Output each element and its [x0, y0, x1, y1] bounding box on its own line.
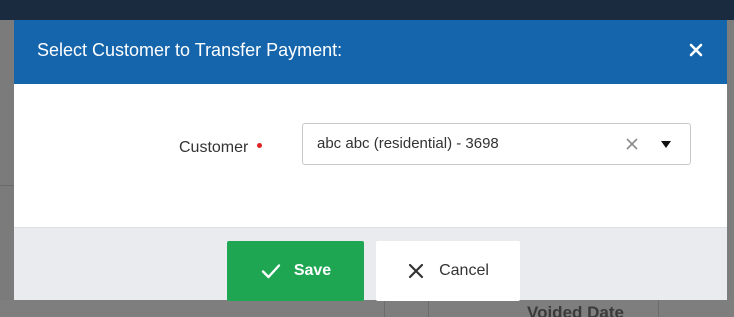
save-button[interactable]: Save — [227, 241, 364, 301]
customer-label-text: Customer — [179, 139, 249, 156]
dialog-header: Select Customer to Transfer Payment: — [14, 20, 727, 84]
x-icon — [408, 263, 424, 279]
clear-icon[interactable] — [623, 133, 641, 155]
chevron-down-icon[interactable] — [659, 134, 673, 154]
background-left-panel — [0, 20, 14, 317]
dialog-footer: Save Cancel — [14, 227, 727, 301]
dialog-body: Customer abc abc (residential) - 3698 — [14, 84, 727, 227]
caret-glyph — [661, 140, 671, 148]
check-icon — [261, 264, 281, 279]
background-column-divider — [428, 300, 429, 317]
cancel-button[interactable]: Cancel — [376, 241, 520, 301]
background-divider — [0, 185, 14, 186]
customer-select[interactable]: abc abc (residential) - 3698 — [302, 123, 691, 165]
customer-select-value: abc abc (residential) - 3698 — [317, 135, 499, 152]
save-button-label: Save — [293, 262, 332, 279]
customer-label: Customer — [179, 139, 263, 157]
required-indicator — [257, 143, 263, 149]
cancel-button-label: Cancel — [439, 262, 489, 279]
close-icon[interactable] — [683, 37, 709, 63]
close-icon-glyph — [689, 43, 703, 57]
background-column-divider — [658, 300, 659, 317]
background-column-voided-date: Voided Date — [527, 303, 624, 317]
clear-icon-glyph — [626, 138, 638, 150]
background-top-bar — [0, 0, 734, 20]
transfer-payment-dialog: Select Customer to Transfer Payment: Cus… — [14, 20, 727, 301]
dialog-title: Select Customer to Transfer Payment: — [37, 40, 343, 60]
background-column-divider — [384, 300, 385, 317]
